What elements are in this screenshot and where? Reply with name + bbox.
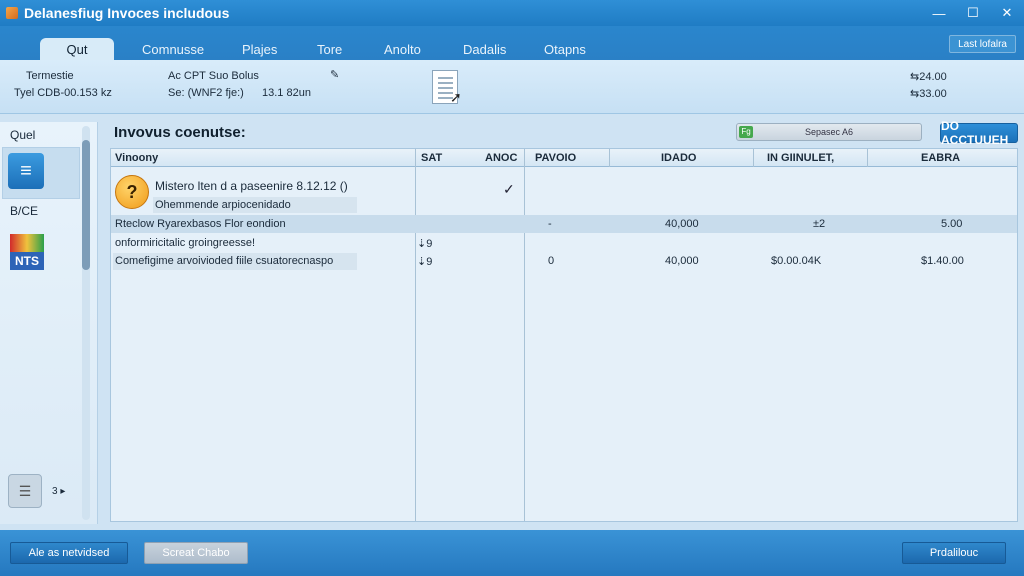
footer-bar: Ale as netvidsed Screat Chabo Prdalilouc xyxy=(0,530,1024,576)
tab-comnusse[interactable]: Comnusse xyxy=(128,38,218,60)
sidebar: Quel ≡ B/CE NTS ☰ 3 ▸ xyxy=(0,122,98,524)
footer-right-button[interactable]: Prdalilouc xyxy=(902,542,1006,564)
col-header-pavoio[interactable]: PAVOIO xyxy=(535,149,576,167)
tab-otapns[interactable]: Otapns xyxy=(530,38,600,60)
info-line1-mid: Ac CPT Suo Bolus xyxy=(168,70,259,82)
col-header-vinoony[interactable]: Vinoony xyxy=(115,149,158,167)
title-bar: Delanesfiug Invoces includous — ☐ ✕ xyxy=(0,0,1024,26)
tab-plajes[interactable]: Plajes xyxy=(228,38,291,60)
tab-tore[interactable]: Tore xyxy=(303,38,356,60)
page-indicator: 3 ▸ xyxy=(52,486,66,497)
sidebar-scroll-thumb[interactable] xyxy=(82,140,90,270)
footer-left-button[interactable]: Ale as netvidsed xyxy=(10,542,128,564)
mouse-cursor-icon: ➚ xyxy=(450,89,462,105)
column-divider xyxy=(415,149,416,521)
column-divider xyxy=(524,149,525,521)
info-line1-right: ⇆24.00 xyxy=(910,71,947,83)
info-line2-left: Tyel CDB-00.153 kz xyxy=(14,87,112,99)
cell-eabra: 5.00 xyxy=(941,218,963,230)
main-panel: Invovus coenutse: Fg Sepasec A6 DO ACCTU… xyxy=(100,114,1024,530)
row-title[interactable]: Comefigime arvoivioded fiile csuatorecna… xyxy=(115,255,333,267)
tab-dadalis[interactable]: Dadalis xyxy=(449,38,520,60)
cell-ingiinulet: ±2 xyxy=(813,218,826,230)
nts-app-icon[interactable]: NTS xyxy=(10,234,44,270)
column-divider xyxy=(609,149,610,167)
footer-mid-button[interactable]: Screat Chabo xyxy=(144,542,248,564)
col-header-eabra[interactable]: EABRA xyxy=(921,149,960,167)
close-button[interactable]: ✕ xyxy=(990,0,1024,26)
column-divider xyxy=(753,149,754,167)
search-placeholder: Sepasec A6 xyxy=(804,127,854,137)
cell-idado: 40,000 xyxy=(665,255,699,267)
question-icon: ? xyxy=(115,175,149,209)
info-line2-mid2: 13.1 82un xyxy=(262,87,311,99)
column-divider xyxy=(867,149,868,167)
primary-action-button[interactable]: DO ACCTUUEH xyxy=(940,119,1018,147)
tab-bar: Qut Comnusse Plajes Tore Anolto Dadalis … xyxy=(0,26,1024,60)
cell-sat: ⇣9 xyxy=(417,238,433,250)
col-header-idado[interactable]: IDADO xyxy=(661,149,696,167)
cell-sat: ⇣9 xyxy=(417,256,433,268)
info-line2-right: ⇆33.00 xyxy=(910,88,947,100)
search-input[interactable]: Fg Sepasec A6 xyxy=(736,123,922,141)
row-title[interactable]: Rteclow Ryarexbasos Flor eondion xyxy=(115,218,286,230)
last-button[interactable]: Last lofalra xyxy=(949,35,1016,53)
col-header-anoc[interactable]: ANOC xyxy=(485,149,517,167)
minimize-button[interactable]: — xyxy=(922,0,956,26)
document-list-icon[interactable]: ≡ xyxy=(8,153,44,189)
maximize-button[interactable]: ☐ xyxy=(956,0,990,26)
cell-idado: 40,000 xyxy=(665,218,699,230)
invoice-table: Vinoony SAT ANOC PAVOIO IDADO IN GIINULE… xyxy=(110,148,1018,522)
row-title[interactable]: onformiricitalic groingreesse! xyxy=(115,237,255,249)
info-bar: Termestie Tyel CDB-00.153 kz Ac CPT Suo … xyxy=(0,60,1024,114)
sidebar-section-label: B/CE xyxy=(10,204,39,218)
pin-icon[interactable]: ✎ xyxy=(330,68,339,81)
row-title[interactable]: Mistero lten d a paseenire 8.12.12 () xyxy=(155,179,348,193)
tab-qut[interactable]: Qut xyxy=(40,38,114,60)
app-icon xyxy=(6,7,18,19)
info-line2-mid: Se: (WNF2 fje:) xyxy=(168,87,244,99)
cell-ingiinulet: $0.00.04K xyxy=(771,255,822,267)
window-title: Delanesfiug Invoces includous xyxy=(24,5,230,21)
col-header-sat[interactable]: SAT xyxy=(421,149,442,167)
row-subtitle: Ohemmende arpiocenidado xyxy=(155,199,291,211)
info-line1-left: Termestie xyxy=(26,70,74,82)
cell-pavoio: - xyxy=(548,218,552,230)
filter-tag-icon: Fg xyxy=(739,126,753,138)
cell-pavoio: 0 xyxy=(548,255,555,267)
checkmark-icon[interactable]: ✓ xyxy=(503,181,515,198)
page-title: Invovus coenutse: xyxy=(114,124,246,141)
sidebar-menu-button[interactable]: ☰ xyxy=(8,474,42,508)
sidebar-top-label: Quel xyxy=(10,128,36,142)
cell-eabra: $1.40.00 xyxy=(921,255,964,267)
col-header-ingiinulet[interactable]: IN GIINULET, xyxy=(767,149,834,167)
tab-anolto[interactable]: Anolto xyxy=(370,38,435,60)
